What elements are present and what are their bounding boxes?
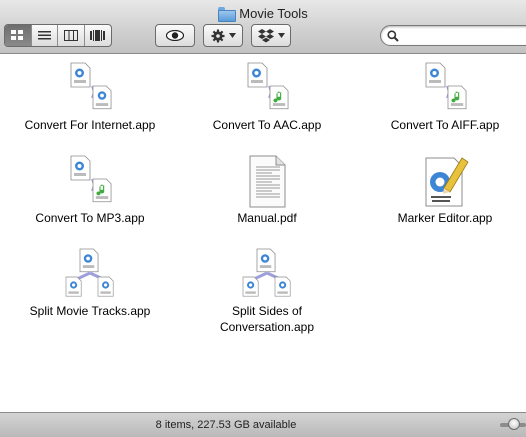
window-title-text: Movie Tools [239, 5, 308, 21]
folder-icon [218, 6, 237, 22]
application-icon [240, 247, 294, 301]
file-item[interactable]: Split Sides of Conversation.app [182, 247, 352, 335]
application-icon [240, 61, 294, 115]
view-mode-control [4, 24, 112, 47]
gear-icon [211, 29, 224, 42]
pdf-document-icon [240, 154, 294, 208]
file-item[interactable]: Split Movie Tracks.app [5, 247, 175, 319]
file-name: Split Movie Tracks.app [29, 304, 151, 318]
search-field[interactable] [380, 25, 526, 46]
file-item[interactable]: Manual.pdf [182, 154, 352, 226]
file-item[interactable]: Marker Editor.app [360, 154, 526, 226]
search-input[interactable] [403, 28, 523, 43]
list-icon [37, 31, 51, 40]
icon-size-slider-knob[interactable] [508, 418, 520, 430]
columns-icon [63, 30, 78, 41]
view-icons-button[interactable] [5, 25, 32, 46]
file-item[interactable]: Convert To AIFF.app [360, 61, 526, 133]
view-columns-button[interactable] [58, 25, 85, 46]
icon-grid-icon [11, 30, 24, 40]
application-icon [63, 154, 117, 208]
file-item[interactable]: Convert For Internet.app [5, 61, 175, 133]
quick-look-button[interactable] [155, 24, 195, 47]
dropbox-menu-button[interactable] [251, 24, 291, 47]
file-name: Convert For Internet.app [24, 118, 156, 132]
action-menu-button[interactable] [203, 24, 243, 47]
eye-icon [166, 30, 184, 41]
file-name: Convert To MP3.app [35, 211, 145, 225]
file-name: Convert To AIFF.app [390, 118, 500, 132]
application-icon [418, 154, 472, 208]
application-icon [418, 61, 472, 115]
window-titlebar: Movie Tools [0, 0, 526, 54]
file-item[interactable]: Convert To AAC.app [182, 61, 352, 133]
file-name: Marker Editor.app [397, 211, 493, 225]
file-item[interactable]: Convert To MP3.app [5, 154, 175, 226]
file-name: Split Sides of Conversation.app [219, 304, 315, 334]
view-coverflow-button[interactable] [85, 25, 111, 46]
file-name: Manual.pdf [237, 211, 297, 225]
application-icon [63, 247, 117, 301]
chevron-down-icon [277, 33, 285, 38]
window-title: Movie Tools [0, 4, 526, 22]
status-bar: 8 items, 227.53 GB available [0, 412, 526, 437]
search-icon [387, 30, 399, 42]
dropbox-icon [257, 28, 274, 42]
file-icon-grid: Convert For Internet.app Convert To AAC.… [0, 55, 526, 412]
status-text: 8 items, 227.53 GB available [155, 419, 297, 431]
coverflow-icon [90, 30, 106, 41]
file-name: Convert To AAC.app [212, 118, 322, 132]
chevron-down-icon [228, 33, 236, 38]
application-icon [63, 61, 117, 115]
view-list-button[interactable] [32, 25, 58, 46]
